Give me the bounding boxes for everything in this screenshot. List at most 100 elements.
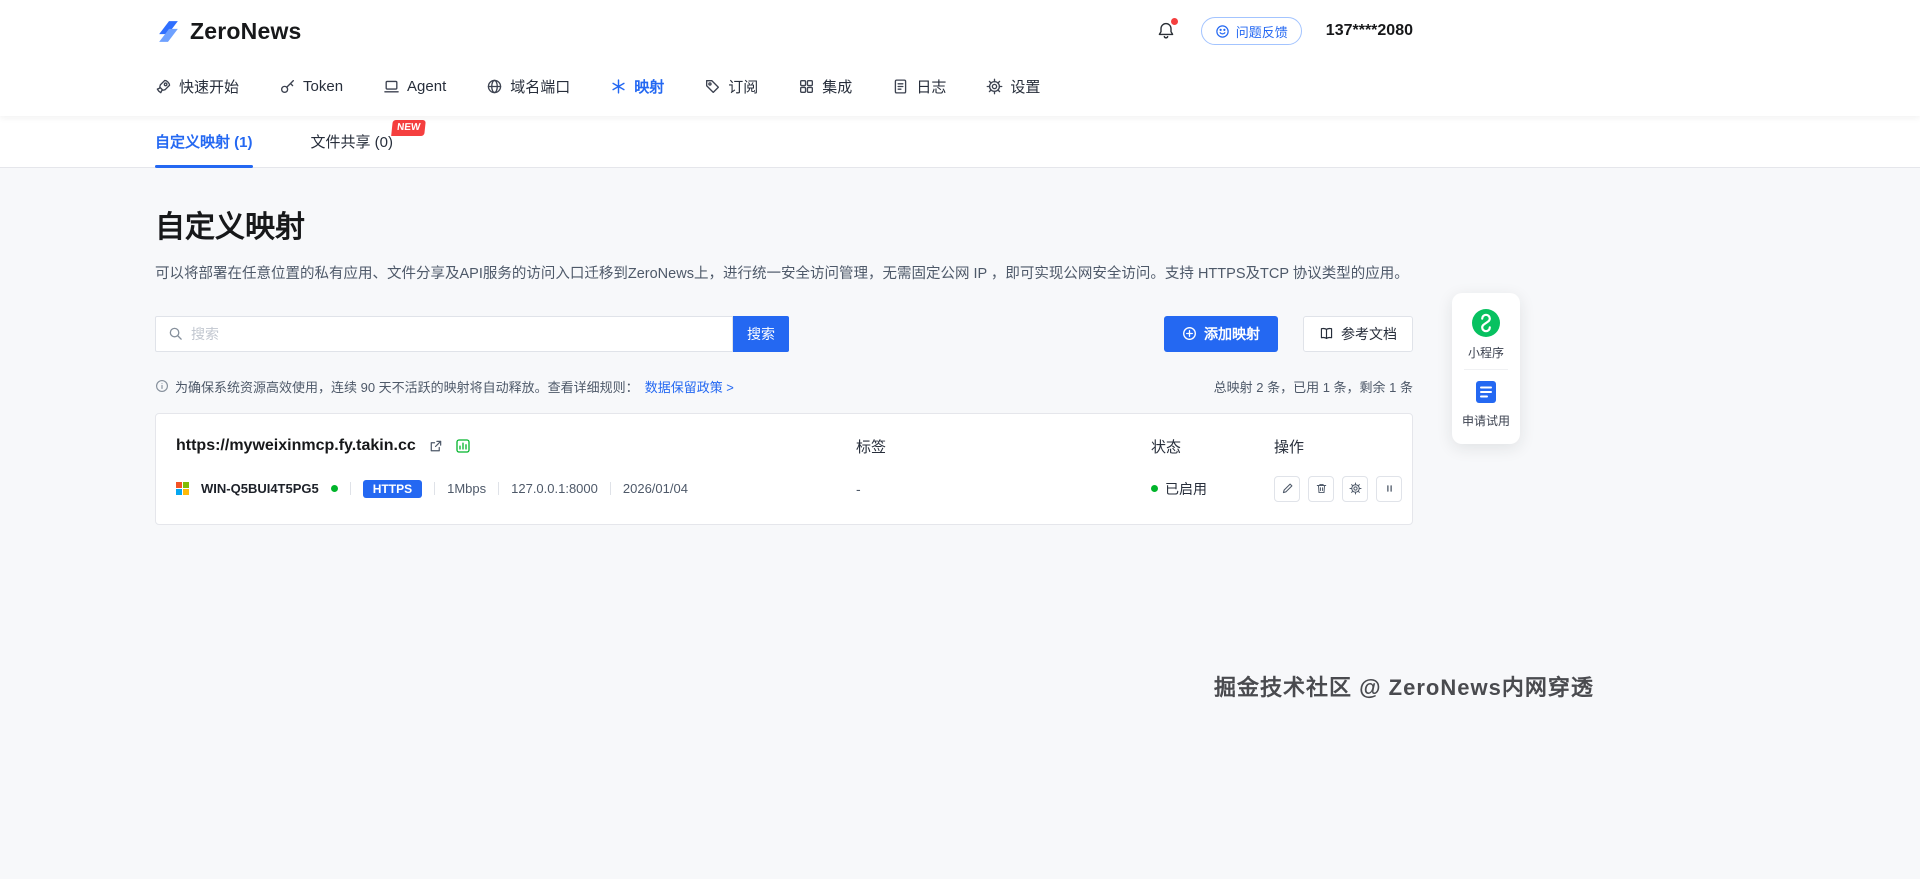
mini-program-entry[interactable]: 小程序 (1468, 308, 1504, 361)
status-value: 已启用 (1151, 479, 1274, 499)
divider (434, 482, 436, 496)
toolbar: 搜索 添加映射 参考文档 (155, 315, 1413, 352)
column-header-status: 状态 (1151, 438, 1182, 456)
pause-button[interactable] (1376, 475, 1402, 502)
header: ZeroNews 问题反馈 137****2080 快速开始 Token Age… (0, 0, 1920, 116)
status-label: 已启用 (1165, 480, 1207, 497)
expire-date: 2026/01/04 (622, 481, 688, 497)
nav-label: Token (303, 77, 344, 95)
trash-icon (1316, 484, 1326, 494)
retention-notice: 为确保系统资源高效使用，连续 90 天不活跃的映射将自动释放。查看详细规则： 数… (155, 377, 734, 396)
divider (498, 482, 500, 496)
share-icon (430, 440, 442, 452)
column-header-actions: 操作 (1274, 438, 1305, 456)
retention-policy-link[interactable]: 数据保留政策 > (645, 377, 734, 396)
tab-custom-mapping[interactable]: 自定义映射 (1) (155, 116, 253, 168)
grid-icon (800, 79, 814, 93)
nav-item-agent[interactable]: Agent (383, 78, 446, 95)
mapping-card: https://myweixinmcp.fy.takin.cc 标签 状态 操作 (155, 412, 1413, 525)
edit-button[interactable] (1274, 475, 1300, 502)
nav-item-token[interactable]: Token (279, 78, 343, 95)
page-description: 可以将部署在任意位置的私有应用、文件分享及API服务的访问入口迁移到ZeroNe… (155, 266, 1409, 282)
nav-label: 订阅 (728, 78, 759, 96)
trial-entry[interactable]: 申请试用 (1462, 378, 1510, 429)
tag-icon (706, 79, 720, 93)
mapping-url[interactable]: https://myweixinmcp.fy.takin.cc (176, 437, 416, 455)
globe-icon (488, 79, 502, 93)
nav-item-subscription[interactable]: 订阅 (704, 76, 758, 97)
config-button[interactable] (1342, 475, 1368, 502)
gear-icon (986, 78, 1003, 94)
pause-icon (1386, 485, 1392, 492)
nav-label: 域名端口 (510, 78, 571, 96)
mapping-quota: 总映射 2 条，已用 1 条，剩余 1 条 (1213, 379, 1413, 395)
tab-label: 自定义映射 (1) (155, 134, 253, 151)
delete-button[interactable] (1308, 475, 1334, 502)
windows-icon (176, 482, 189, 496)
search-icon (169, 327, 182, 341)
search-group: 搜索 (155, 315, 789, 352)
book-icon (1320, 328, 1333, 340)
mapping-meta: WIN-Q5BUI4T5PG5 HTTPS 1Mbps 127.0.0.1:80… (176, 479, 856, 498)
main-content: 自定义映射 可以将部署在任意位置的私有应用、文件分享及API服务的访问入口迁移到… (155, 168, 1413, 525)
bandwidth-value: 1Mbps (447, 481, 487, 497)
tab-file-sharing[interactable]: 文件共享 (0) NEW (310, 116, 426, 167)
divider (609, 482, 611, 496)
nav-label: 映射 (634, 78, 665, 96)
notification-bell-button[interactable] (1155, 18, 1178, 42)
search-button[interactable]: 搜索 (733, 315, 789, 352)
mini-program-icon (1471, 309, 1500, 337)
notice-text: 为确保系统资源高效使用，连续 90 天不活跃的映射将自动释放。查看详细规则： (175, 379, 639, 395)
status-dot (1151, 485, 1158, 493)
watermark: 掘金技术社区 @ ZeroNews内网穿透 (1214, 675, 1594, 700)
main-nav: 快速开始 Token Agent 域名端口 映射 订阅 集成 日志 设置 (155, 56, 1413, 116)
nav-label: 设置 (1010, 78, 1041, 96)
nav-item-domain-port[interactable]: 域名端口 (486, 76, 570, 97)
nav-item-logs[interactable]: 日志 (892, 76, 946, 97)
add-mapping-button[interactable]: 添加映射 (1164, 315, 1278, 352)
plus-circle-icon (1183, 327, 1196, 341)
brand-name: ZeroNews (190, 17, 302, 44)
feedback-button[interactable]: 问题反馈 (1200, 17, 1302, 45)
toolbar-right: 添加映射 参考文档 (1164, 315, 1413, 352)
tag-value: - (856, 480, 861, 497)
nav-item-quick-start[interactable]: 快速开始 (155, 76, 239, 97)
nav-item-settings[interactable]: 设置 (986, 76, 1040, 97)
add-mapping-label: 添加映射 (1204, 325, 1260, 342)
search-box (155, 315, 733, 352)
pencil-icon (1282, 483, 1292, 494)
brand-logo[interactable]: ZeroNews (155, 18, 302, 45)
header-right: 问题反馈 137****2080 (1155, 17, 1413, 45)
tab-label: 文件共享 (0) (310, 134, 394, 151)
chart-icon (456, 439, 470, 453)
local-address: 127.0.0.1:8000 (511, 481, 598, 497)
docs-button[interactable]: 参考文档 (1303, 315, 1413, 352)
notification-dot (1170, 18, 1178, 25)
key-icon (281, 79, 295, 93)
mini-program-label: 小程序 (1467, 346, 1504, 360)
trial-doc-icon (1475, 381, 1496, 403)
gear-icon (1348, 482, 1362, 495)
nav-item-mapping[interactable]: 映射 (610, 76, 664, 97)
feedback-smiley-icon (1216, 24, 1229, 38)
open-url-button[interactable] (428, 439, 443, 454)
document-icon (895, 78, 907, 94)
docs-label: 参考文档 (1341, 325, 1397, 342)
trial-label: 申请试用 (1461, 414, 1510, 428)
mapping-url-line: https://myweixinmcp.fy.takin.cc (176, 437, 856, 455)
nav-label: 日志 (916, 78, 947, 96)
floating-side-widget: 小程序 申请试用 (1452, 293, 1520, 444)
account-phone[interactable]: 137****2080 (1326, 22, 1413, 40)
agent-online-dot (330, 485, 338, 493)
nav-item-integration[interactable]: 集成 (798, 76, 852, 97)
rocket-icon (156, 79, 171, 93)
traffic-stats-button[interactable] (455, 438, 471, 454)
mapping-row: https://myweixinmcp.fy.takin.cc 标签 状态 操作 (156, 414, 1412, 524)
row-actions (1274, 475, 1402, 502)
feedback-label: 问题反馈 (1235, 24, 1288, 40)
page-title: 自定义映射 (155, 211, 305, 244)
widget-divider (1464, 369, 1508, 370)
search-input[interactable] (191, 325, 720, 342)
divider (349, 482, 351, 496)
info-icon (156, 380, 168, 393)
